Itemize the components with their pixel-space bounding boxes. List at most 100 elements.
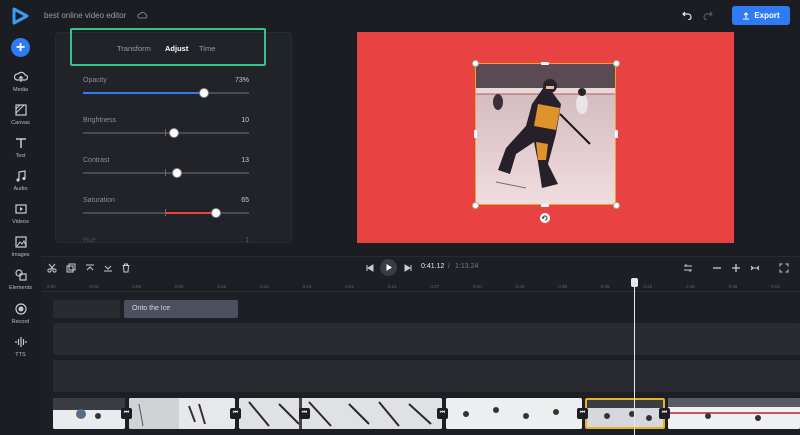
ruler-tick-label: 0:48: [728, 284, 738, 289]
clip-thumbnail: [668, 398, 800, 429]
ruler-tick-label: 0:45: [686, 284, 695, 289]
video-clip[interactable]: [53, 398, 125, 429]
slider-value: 10: [241, 117, 249, 124]
transition-marker[interactable]: ⏮: [577, 408, 588, 419]
app-logo-icon[interactable]: [11, 7, 29, 25]
project-title[interactable]: best online video editor: [44, 11, 126, 20]
shapes-icon: [14, 269, 27, 281]
tab-time[interactable]: Time: [199, 44, 215, 53]
rotate-icon[interactable]: [540, 213, 550, 223]
sidebar-item-text[interactable]: Text: [0, 136, 41, 159]
ruler-tick-label: 0:33: [515, 284, 525, 289]
slider-track[interactable]: [83, 172, 249, 174]
video-clip[interactable]: [446, 398, 582, 429]
scissors-icon[interactable]: [47, 263, 57, 273]
cloud-upload-icon: [13, 71, 28, 82]
tab-adjust[interactable]: Adjust: [165, 44, 188, 53]
transition-marker[interactable]: ⏮: [659, 408, 670, 419]
ruler-tick-label: 0:15: [260, 284, 269, 289]
slider-knob[interactable]: [210, 208, 221, 218]
tab-transform[interactable]: Transform: [117, 44, 151, 53]
slider-knob[interactable]: [171, 168, 182, 178]
ruler-tick-label: 0:36: [558, 284, 567, 289]
resize-handle-right[interactable]: [614, 130, 618, 138]
ruler-tick-label: 0:06: [132, 284, 141, 289]
sidebar-item-images[interactable]: Images: [0, 235, 41, 258]
fit-to-screen-icon[interactable]: [683, 263, 693, 273]
resize-handle-bottom-right[interactable]: [612, 201, 620, 209]
canvas-icon: [14, 104, 27, 116]
video-clip[interactable]: [668, 398, 800, 429]
resize-handle-top[interactable]: [541, 61, 549, 65]
sidebar-item-audio[interactable]: Audio: [0, 169, 41, 192]
slider-value: 13: [241, 157, 249, 164]
slider-value: 73%: [234, 77, 249, 84]
clip-thumbnail: [446, 398, 582, 429]
slider-track[interactable]: [83, 132, 249, 134]
resize-handle-left[interactable]: [473, 130, 477, 138]
selected-video-clip[interactable]: [585, 398, 665, 429]
trash-icon[interactable]: [121, 263, 131, 273]
sidebar-item-tts[interactable]: TTS: [0, 335, 41, 358]
sidebar-item-label: Audio: [13, 186, 28, 192]
playhead-handle[interactable]: [631, 278, 638, 287]
video-clip[interactable]: [239, 398, 442, 429]
sidebar-item-media[interactable]: Media: [0, 70, 41, 93]
playhead-line[interactable]: [634, 282, 635, 435]
slider-value: 1: [245, 237, 249, 244]
transition-marker[interactable]: ⏮: [230, 408, 241, 419]
move-down-icon[interactable]: [103, 263, 113, 273]
resize-handle-top-left[interactable]: [471, 59, 479, 67]
redo-icon[interactable]: [703, 11, 713, 20]
transition-marker[interactable]: ⏮: [121, 408, 132, 419]
ruler-tick-label: 0:51: [771, 284, 780, 289]
ruler-tick-label: 0:30: [473, 284, 482, 289]
export-button[interactable]: Export: [732, 6, 790, 25]
slider-fill: [83, 92, 205, 94]
timeline-track[interactable]: [53, 323, 800, 355]
ruler-tick-label: 0:21: [345, 284, 354, 289]
skip-forward-icon[interactable]: [403, 263, 413, 273]
duplicate-icon[interactable]: [66, 263, 76, 273]
timeline-track[interactable]: [53, 360, 800, 392]
ruler-tick-label: 0:09: [174, 284, 184, 289]
move-up-icon[interactable]: [85, 263, 95, 273]
hockey-player-image[interactable]: [475, 63, 616, 205]
music-note-icon: [15, 170, 26, 182]
time-separator: /: [448, 263, 450, 270]
sidebar-item-record[interactable]: Record: [0, 302, 41, 325]
sidebar-item-videos[interactable]: Videos: [0, 202, 41, 225]
cloud-sync-icon: [137, 11, 148, 19]
resize-handle-bottom[interactable]: [541, 203, 549, 207]
zoom-in-icon[interactable]: [731, 263, 741, 273]
zoom-out-icon[interactable]: [712, 263, 722, 273]
empty-text-clip[interactable]: [53, 300, 120, 318]
export-label: Export: [754, 11, 780, 20]
play-button[interactable]: [380, 259, 397, 276]
text-clip[interactable]: Onto the Ice: [124, 300, 238, 318]
sidebar-item-label: Media: [13, 87, 28, 93]
upload-icon: [743, 11, 750, 20]
slider-label: Opacity: [83, 77, 107, 84]
add-media-button[interactable]: +: [11, 38, 30, 57]
slider-label: Saturation: [83, 197, 115, 204]
resize-handle-bottom-left[interactable]: [471, 201, 479, 209]
ruler-tick-label: 0:24: [387, 284, 397, 289]
fullscreen-icon[interactable]: [779, 263, 789, 273]
video-icon: [14, 204, 27, 214]
ruler-tick-label: 0:12: [217, 284, 227, 289]
slider-label: Contrast: [83, 157, 110, 164]
sidebar-item-elements[interactable]: Elements: [0, 268, 41, 291]
expand-timeline-icon[interactable]: [750, 263, 760, 273]
transition-marker[interactable]: ⏮: [299, 408, 310, 419]
clip-thumbnail: [53, 398, 125, 429]
current-time: 0:41.12: [421, 263, 445, 270]
skip-back-icon[interactable]: [365, 263, 375, 273]
ruler-tick-label: 0:18: [302, 284, 312, 289]
ruler-tick-label: 0:42: [643, 284, 653, 289]
resize-handle-top-right[interactable]: [612, 59, 620, 67]
undo-icon[interactable]: [682, 11, 692, 20]
video-clip[interactable]: [129, 398, 235, 429]
sidebar-item-canvas[interactable]: Canvas: [0, 103, 41, 126]
transition-marker[interactable]: ⏮: [437, 408, 448, 419]
